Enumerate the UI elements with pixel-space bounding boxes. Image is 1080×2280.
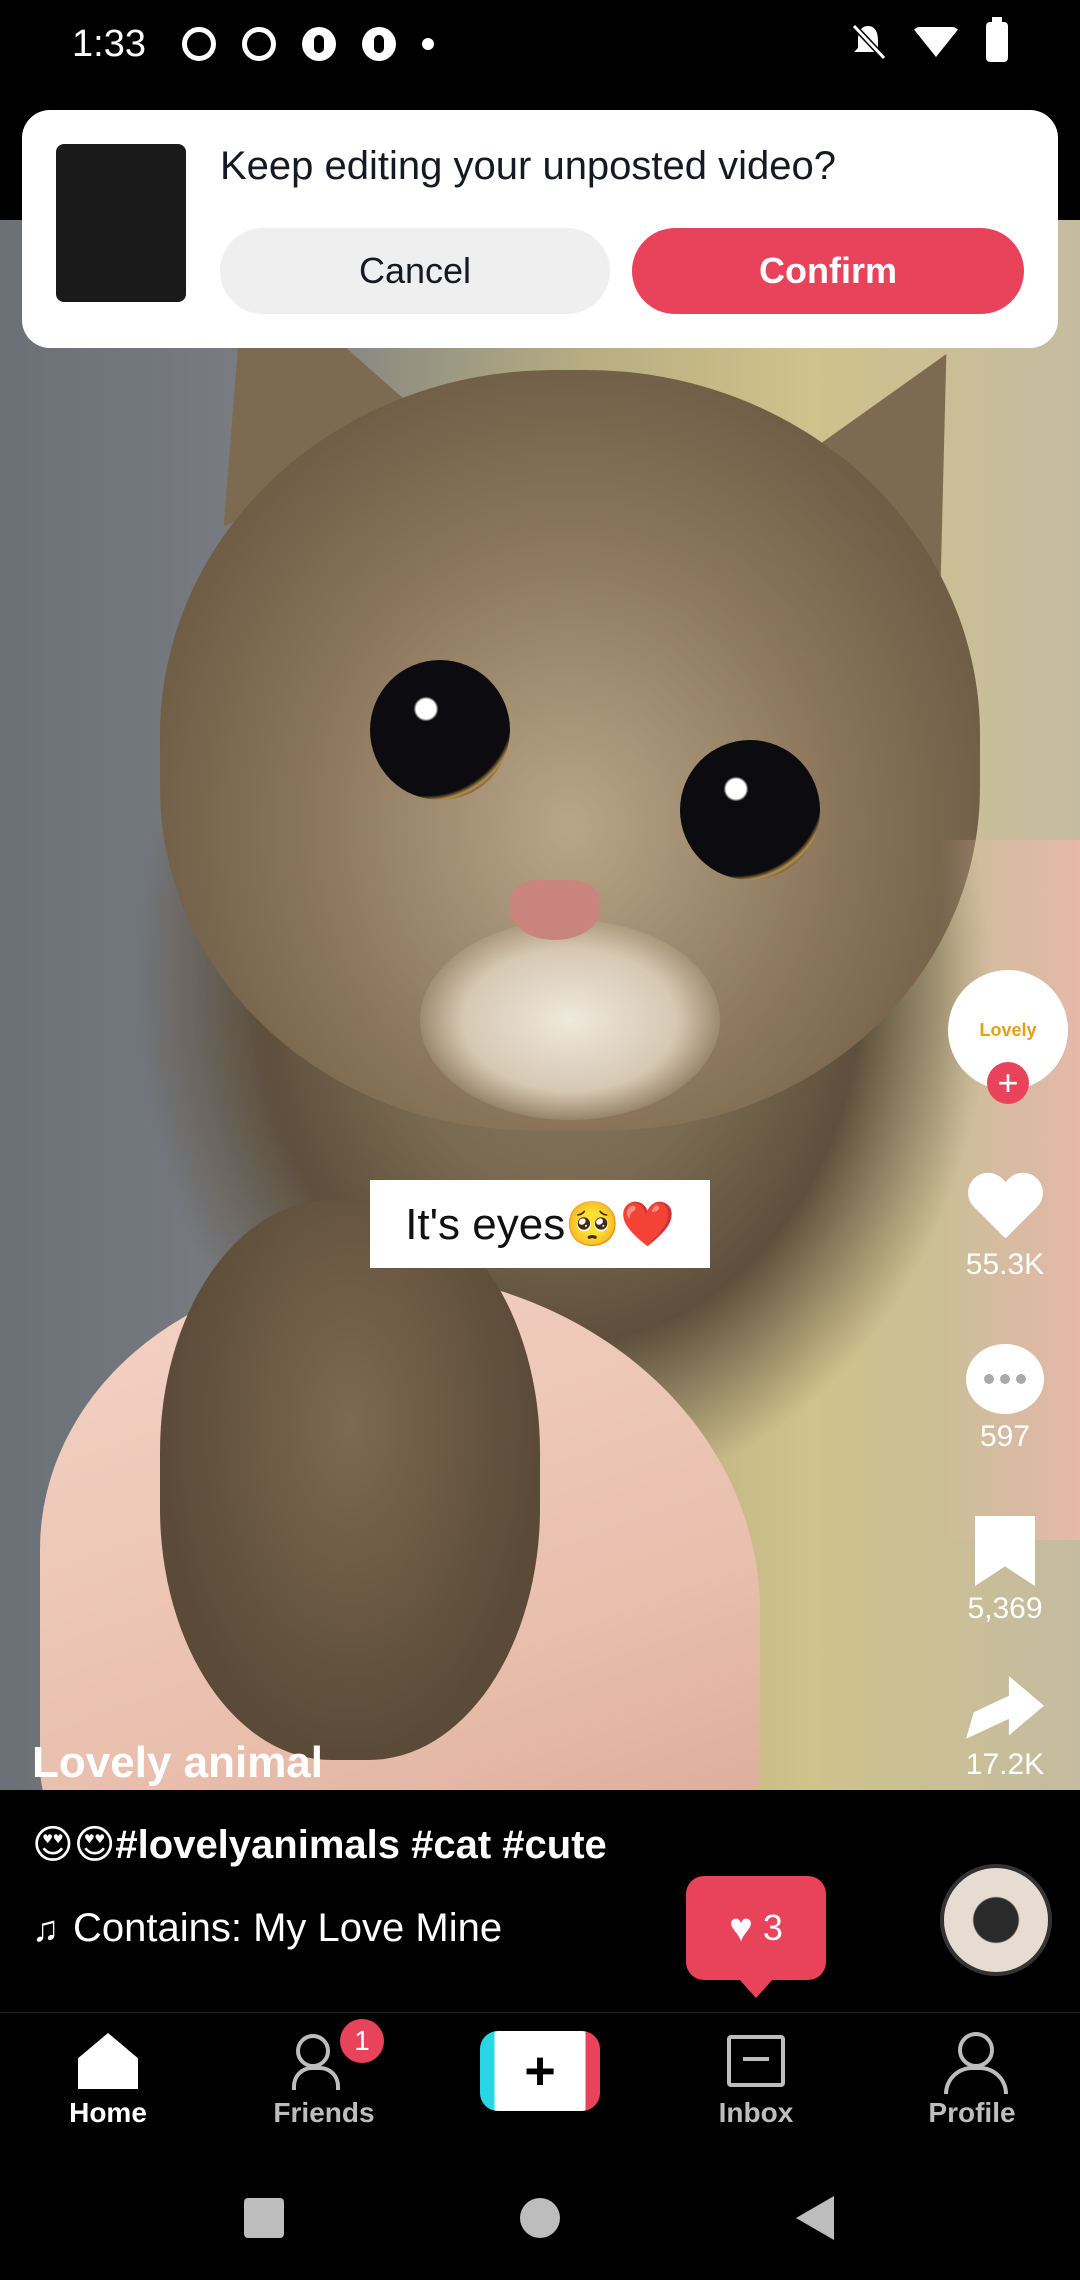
share-icon <box>966 1676 1044 1739</box>
follow-button[interactable]: + <box>987 1062 1029 1104</box>
video-player[interactable] <box>0 220 1080 1790</box>
cat-muzzle <box>420 920 720 1120</box>
share-count: 17.2K <box>965 1748 1045 1781</box>
confirm-button[interactable]: Confirm <box>632 228 1024 314</box>
like-button[interactable]: 55.3K <box>930 1174 1080 1282</box>
post-description[interactable]: 😍😍#lovelyanimals #cat #cute <box>32 1822 607 1868</box>
battery-charging-icon <box>986 17 1008 62</box>
heart-icon <box>966 1174 1044 1242</box>
friends-badge: 1 <box>340 2019 384 2063</box>
recents-icon[interactable] <box>244 2198 284 2238</box>
status-time: 1:33 <box>72 22 146 65</box>
comment-button[interactable]: 597 <box>930 1344 1080 1454</box>
avatar-logo-text: Lovely <box>979 1019 1037 1040</box>
video-caption-overlay: It's eyes🥺❤️ <box>370 1180 710 1268</box>
save-count: 5,369 <box>967 1592 1043 1625</box>
nav-inbox[interactable]: Inbox <box>676 2029 836 2129</box>
like-count: 55.3K <box>965 1248 1045 1281</box>
cat-paw <box>160 1200 540 1760</box>
cat-eye <box>370 660 510 800</box>
create-button[interactable]: + <box>480 2031 600 2111</box>
music-note-icon: ♫ <box>32 1907 59 1949</box>
draft-thumbnail <box>56 144 186 302</box>
pinterest-icon <box>301 27 336 61</box>
nav-friends-label: Friends <box>273 2097 375 2128</box>
home-circle-icon[interactable] <box>520 2198 560 2238</box>
new-likes-popup[interactable]: ♥ 3 <box>686 1876 826 1998</box>
status-bar: 1:33 <box>0 0 1080 88</box>
share-button[interactable]: 17.2K <box>930 1676 1080 1782</box>
comment-count: 597 <box>979 1420 1031 1453</box>
comment-icon <box>966 1344 1044 1414</box>
status-system-icons <box>850 17 1008 62</box>
dot-icon <box>421 38 434 50</box>
plus-icon: + <box>524 2041 556 2101</box>
profile-icon <box>944 2032 1008 2094</box>
home-icon <box>78 2033 138 2089</box>
bell-off-icon <box>850 22 887 62</box>
nav-home[interactable]: Home <box>28 2029 188 2129</box>
nav-home-label: Home <box>69 2097 147 2128</box>
music-disc[interactable] <box>940 1864 1052 1976</box>
bookmark-icon <box>975 1516 1035 1586</box>
save-button[interactable]: 5,369 <box>930 1516 1080 1626</box>
cat-nose <box>510 880 600 940</box>
cancel-button[interactable]: Cancel <box>220 228 610 314</box>
status-notification-icons <box>181 27 434 61</box>
bottom-nav: Home 1 Friends + Inbox Profile <box>0 2012 1080 2160</box>
dialog-title: Keep editing your unposted video? <box>220 144 837 188</box>
nav-profile-label: Profile <box>928 2097 1016 2128</box>
system-nav-bar <box>0 2160 1080 2280</box>
threads-icon <box>181 27 216 61</box>
music-row[interactable]: ♫ Contains: My Love Mine <box>32 1906 532 1951</box>
pinterest-icon <box>361 27 396 61</box>
nav-profile[interactable]: Profile <box>892 2029 1052 2129</box>
unposted-video-dialog: Keep editing your unposted video? Cancel… <box>22 110 1058 348</box>
record-icon <box>241 27 276 61</box>
music-title: Contains: My Love Mine <box>73 1906 503 1950</box>
cat-eye <box>680 740 820 880</box>
new-likes-count: 3 <box>762 1907 783 1948</box>
post-username[interactable]: Lovely animal <box>32 1738 323 1788</box>
heart-icon: ♥ <box>729 1905 753 1950</box>
back-icon[interactable] <box>796 2196 834 2240</box>
nav-inbox-label: Inbox <box>718 2097 794 2128</box>
nav-friends[interactable]: 1 Friends <box>244 2019 404 2129</box>
video-caption-text: It's eyes🥺❤️ <box>405 1200 675 1249</box>
wifi-icon <box>912 27 960 57</box>
inbox-icon <box>727 2035 785 2087</box>
